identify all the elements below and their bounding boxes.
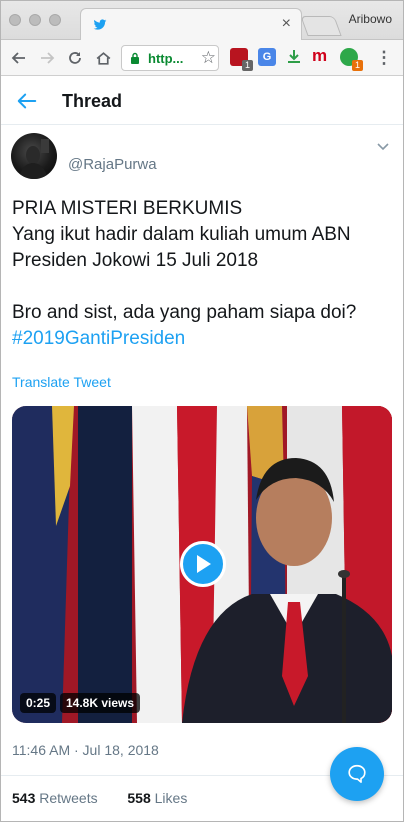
extension-badge: 1	[242, 60, 253, 71]
tab-close-icon[interactable]: ×	[282, 15, 291, 33]
page-title: Thread	[62, 91, 123, 111]
kebab-menu-icon[interactable]: ⋮	[374, 48, 394, 68]
retweets-label: Retweets	[39, 790, 98, 806]
back-arrow-icon[interactable]	[9, 48, 29, 68]
address-text: http...	[148, 51, 184, 66]
hashtag-link[interactable]: #2019GantiPresiden	[12, 326, 397, 352]
tweet-text: PRIA MISTERI BERKUMIS Yang ikut hadir da…	[12, 196, 397, 352]
video-views: 14.8K views	[60, 693, 141, 713]
browser-tab[interactable]: ×	[80, 8, 302, 40]
play-icon	[197, 555, 211, 573]
translate-tweet-link[interactable]: Translate Tweet	[12, 374, 111, 390]
star-icon[interactable]: ☆	[201, 48, 216, 68]
tweet-text-line: Presiden Jokowi 15 Juli 2018	[12, 250, 259, 271]
lock-icon	[131, 52, 139, 64]
new-tab-button[interactable]	[300, 16, 342, 36]
video-duration: 0:25	[20, 693, 57, 713]
browser-toolbar: http... ☆ 1 G m 1 ⋮	[0, 40, 404, 76]
window-close-dot[interactable]	[9, 14, 21, 26]
window-zoom-dot[interactable]	[49, 14, 61, 26]
retweets-stat[interactable]: 543 Retweets	[12, 790, 98, 806]
address-bar[interactable]: http... ☆	[121, 45, 219, 71]
likes-stat[interactable]: 558 Likes	[127, 790, 187, 806]
green-extension-icon[interactable]: 1	[340, 48, 363, 71]
download-extension-icon[interactable]	[285, 48, 303, 66]
likes-count: 558	[127, 790, 151, 806]
window-minimize-dot[interactable]	[29, 14, 41, 26]
extension-shield-icon[interactable]: 1	[230, 48, 253, 71]
reply-fab-button[interactable]	[330, 747, 384, 801]
avatar[interactable]	[11, 133, 57, 179]
video-player[interactable]: 0:25 14.8K views	[12, 406, 392, 723]
thread-header: Thread	[0, 77, 404, 125]
extension-badge: 1	[352, 60, 363, 71]
browser-profile-name[interactable]: Aribowo	[349, 12, 392, 26]
tweet-text-line: Bro and sist, ada yang paham siapa doi?	[12, 302, 357, 323]
tweet-stats: 543 Retweets 558 Likes	[12, 790, 187, 806]
twitter-bird-icon	[93, 19, 107, 30]
back-arrow-icon[interactable]	[16, 90, 38, 112]
translate-extension-icon[interactable]: G	[258, 48, 276, 66]
user-handle[interactable]: @RajaPurwa	[68, 156, 157, 173]
forward-arrow-icon[interactable]	[37, 48, 57, 68]
home-icon[interactable]	[93, 48, 113, 68]
play-button[interactable]	[180, 541, 226, 587]
browser-titlebar: × Aribowo	[0, 0, 404, 40]
reload-icon[interactable]	[65, 48, 85, 68]
tweet-timestamp[interactable]: 11:46 AM · Jul 18, 2018	[12, 742, 159, 758]
retweets-count: 543	[12, 790, 36, 806]
chevron-down-icon[interactable]	[376, 140, 390, 154]
m-extension-icon[interactable]: m	[312, 47, 330, 66]
tweet-text-line: PRIA MISTERI BERKUMIS	[12, 198, 243, 219]
tweet-text-line: Yang ikut hadir dalam kuliah umum ABN	[12, 224, 351, 245]
likes-label: Likes	[154, 790, 188, 806]
reply-icon	[348, 764, 366, 783]
